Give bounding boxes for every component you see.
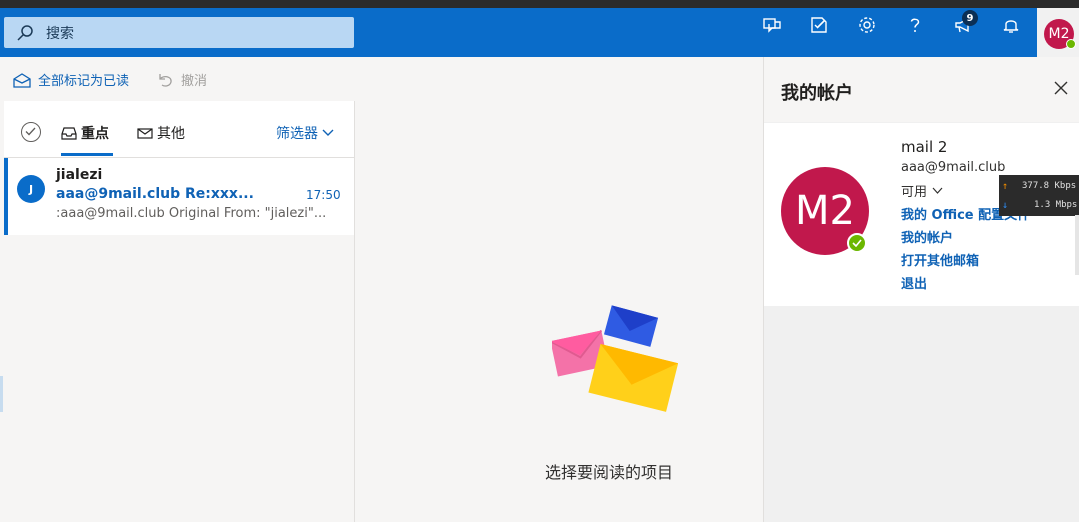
- download-arrow-icon: ↓: [1002, 199, 1009, 211]
- mail-subject: aaa@9mail.club Re:xxx...: [56, 186, 254, 202]
- bell-icon[interactable]: [1000, 14, 1022, 36]
- mail-time: 17:50: [306, 188, 341, 202]
- account-email: aaa@9mail.club: [901, 160, 1006, 175]
- account-panel: 我的帐户 M2 mail 2 aaa@9mail.club 可用 我的 Offi…: [763, 57, 1079, 522]
- search-box[interactable]: 搜索: [4, 17, 354, 48]
- undo-icon: [159, 73, 172, 87]
- empty-state-message: 选择要阅读的项目: [545, 463, 674, 482]
- upload-arrow-icon: ↑: [1002, 180, 1009, 192]
- my-account-link[interactable]: 我的帐户: [901, 227, 953, 246]
- presence-dot: [1066, 39, 1076, 49]
- upload-row: ↑ 377.8 Kbps: [999, 176, 1079, 196]
- download-row: ↓ 1.3 Mbps: [999, 195, 1079, 215]
- tab-other[interactable]: 其他: [137, 123, 185, 143]
- open-envelope-icon: [13, 72, 31, 88]
- sender-name: jialezi: [56, 167, 103, 183]
- search-icon: [17, 24, 33, 41]
- gear-icon[interactable]: [856, 14, 878, 36]
- open-other-mailbox-link[interactable]: 打开其他邮箱: [901, 250, 979, 269]
- account-name: mail 2: [901, 138, 948, 156]
- filter-label: 筛选器: [276, 126, 318, 142]
- envelopes-illustration: [552, 305, 678, 412]
- chat-icon[interactable]: [761, 14, 783, 36]
- network-speed-widget: ↑ 377.8 Kbps ↓ 1.3 Mbps: [999, 175, 1079, 216]
- scrollbar[interactable]: [1075, 215, 1079, 275]
- inbox-tabs: 重点 其他 筛选器: [4, 101, 354, 158]
- undo-button[interactable]: 撤消: [156, 70, 207, 89]
- undo-label: 撤消: [181, 74, 208, 89]
- tab-focused-label: 重点: [81, 126, 109, 142]
- chevron-down-icon: [322, 129, 334, 136]
- message-list-empty-area: [4, 235, 354, 522]
- presence-status-label: 可用: [901, 185, 928, 200]
- compose-note-icon[interactable]: [808, 14, 830, 36]
- window-top-strip: [0, 0, 1079, 8]
- mail-preview: :aaa@9mail.club Original From: "jialezi"…: [56, 206, 327, 221]
- sender-avatar: J: [17, 175, 45, 203]
- upload-speed: 377.8 Kbps: [1022, 181, 1077, 191]
- mail-icon: [137, 128, 153, 139]
- select-all-checkbox[interactable]: [21, 122, 41, 142]
- notification-badge: 9: [962, 10, 978, 26]
- nav-scroll-indicator: [0, 376, 3, 412]
- download-speed: 1.3 Mbps: [1034, 200, 1078, 210]
- mark-all-read-label: 全部标记为已读: [38, 74, 130, 89]
- filter-button[interactable]: 筛选器: [276, 123, 334, 143]
- tab-other-label: 其他: [157, 126, 185, 142]
- inbox-icon: [61, 127, 77, 140]
- sign-out-link[interactable]: 退出: [901, 273, 927, 292]
- help-icon[interactable]: [904, 14, 926, 36]
- command-bar: 全部标记为已读 撤消: [0, 57, 762, 101]
- chevron-down-icon: [932, 187, 943, 194]
- active-tab-indicator: [61, 153, 113, 156]
- unread-indicator: [4, 158, 8, 235]
- mark-all-read-button[interactable]: 全部标记为已读: [13, 70, 129, 89]
- presence-status-dropdown[interactable]: 可用: [901, 181, 943, 200]
- search-placeholder: 搜索: [46, 25, 74, 42]
- account-panel-header: 我的帐户: [764, 57, 1079, 122]
- tab-focused[interactable]: 重点: [61, 123, 109, 143]
- presence-available-icon: [847, 233, 867, 253]
- list-item[interactable]: J jialezi aaa@9mail.club Re:xxx... 17:50…: [4, 158, 354, 235]
- close-icon[interactable]: [1053, 80, 1069, 96]
- account-panel-title: 我的帐户: [781, 83, 853, 104]
